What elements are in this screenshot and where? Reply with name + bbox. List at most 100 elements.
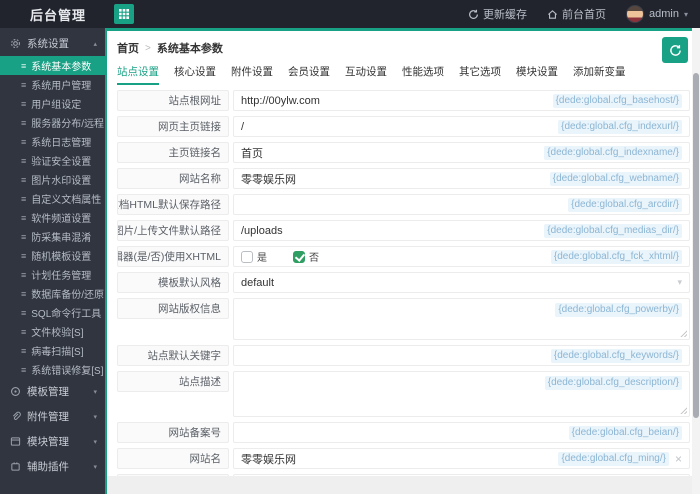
menu-lines-icon: ≡ bbox=[21, 288, 27, 299]
sidebar-group-template[interactable]: 模板管理 ▾ bbox=[0, 379, 105, 404]
scrollbar[interactable] bbox=[692, 28, 700, 494]
sidebar-item-label: 系统错误修复[S] bbox=[31, 366, 104, 377]
form-row bbox=[117, 474, 690, 476]
field-value: http://00ylw.com bbox=[241, 94, 320, 107]
menu-lines-icon: ≡ bbox=[21, 326, 27, 337]
sidebar-item-0-1[interactable]: ≡ 系统用户管理 bbox=[0, 75, 105, 94]
radio-option: 是 bbox=[241, 249, 267, 264]
sidebar-item-0-14[interactable]: ≡ 文件校验[S] bbox=[0, 322, 105, 341]
sidebar-item-label: 随机模板设置 bbox=[31, 252, 92, 263]
sidebar-item-0-6[interactable]: ≡ 图片水印设置 bbox=[0, 170, 105, 189]
tab-6[interactable]: 其它选项 bbox=[459, 64, 501, 83]
field-input[interactable]: {dede:global.cfg_beian/} bbox=[233, 422, 690, 443]
field-input[interactable]: 首页 {dede:global.cfg_indexname/} bbox=[233, 142, 690, 163]
sidebar-item-0-13[interactable]: ≡ SQL命令行工具 bbox=[0, 303, 105, 322]
update-cache-button[interactable]: 更新缓存 bbox=[468, 6, 527, 22]
form-row: 网站备案号 {dede:global.cfg_beian/} bbox=[117, 422, 690, 443]
field-input[interactable]: / {dede:global.cfg_indexurl/} bbox=[233, 116, 690, 137]
form-row: 文档HTML默认保存路径 {dede:global.cfg_arcdir/} bbox=[117, 194, 690, 215]
chevron-down-icon: ▾ bbox=[93, 388, 97, 396]
field-input[interactable]: {dede:global.cfg_keywords/} bbox=[233, 345, 690, 366]
field-input[interactable]: 零零娱乐网 {dede:global.cfg_ming/} × bbox=[233, 448, 690, 469]
template-tag: {dede:global.cfg_description/} bbox=[544, 376, 682, 390]
field-value: / bbox=[241, 120, 245, 133]
dropdown-caret-icon[interactable]: ▾ bbox=[677, 277, 682, 288]
menu-lines-icon: ≡ bbox=[21, 231, 27, 242]
tab-3[interactable]: 会员设置 bbox=[288, 64, 330, 83]
sidebar-item-0-0[interactable]: ≡ 系统基本参数 bbox=[0, 56, 105, 75]
field-input[interactable]: 是 否 {dede:global.cfg_fck_xhtml/} bbox=[233, 246, 690, 267]
tab-4[interactable]: 互动设置 bbox=[345, 64, 387, 83]
breadcrumb-home[interactable]: 首页 bbox=[117, 40, 139, 56]
form-row: 图片/上传文件默认路径/uploads {dede:global.cfg_medi… bbox=[117, 220, 690, 241]
resize-handle-icon[interactable] bbox=[679, 329, 687, 337]
app-header: 后台管理 更新缓存 前台首页 admin ▾ bbox=[0, 0, 700, 28]
sidebar-group-system[interactable]: 系统设置 ▴ bbox=[0, 31, 105, 56]
sidebar-group-module[interactable]: 模块管理 ▾ bbox=[0, 429, 105, 454]
tab-2[interactable]: 附件设置 bbox=[231, 64, 273, 83]
chevron-down-icon: ▾ bbox=[93, 413, 97, 421]
sidebar-item-label: 系统日志管理 bbox=[31, 138, 92, 149]
menu-lines-icon: ≡ bbox=[21, 155, 27, 166]
field-label: 编辑器(是/否)使用XHTML bbox=[117, 246, 229, 267]
update-cache-label: 更新缓存 bbox=[483, 9, 528, 21]
sidebar-item-label: 系统基本参数 bbox=[31, 62, 92, 73]
front-home-button[interactable]: 前台首页 bbox=[547, 6, 606, 22]
field-textarea[interactable]: {dede:global.cfg_description/} bbox=[233, 371, 690, 417]
menu-lines-icon: ≡ bbox=[21, 79, 27, 90]
sidebar-item-0-2[interactable]: ≡ 用户组设定 bbox=[0, 94, 105, 113]
user-menu[interactable]: admin ▾ bbox=[626, 5, 688, 23]
sidebar-item-0-5[interactable]: ≡ 验证安全设置 bbox=[0, 151, 105, 170]
tab-7[interactable]: 模块设置 bbox=[516, 64, 558, 83]
field-select[interactable]: default ▾ bbox=[233, 272, 690, 293]
apps-grid-button[interactable] bbox=[114, 4, 135, 24]
field-textarea[interactable]: {dede:global.cfg_powerby/} bbox=[233, 298, 690, 340]
tab-1[interactable]: 核心设置 bbox=[174, 64, 216, 83]
sidebar-item-0-11[interactable]: ≡ 计划任务管理 bbox=[0, 265, 105, 284]
reload-page-button[interactable] bbox=[662, 37, 688, 63]
chevron-down-icon: ▾ bbox=[93, 463, 97, 471]
field-input[interactable]: /uploads {dede:global.cfg_medias_dir/} bbox=[233, 220, 690, 241]
sidebar-item-0-3[interactable]: ≡ 服务器分布/远程 bbox=[0, 113, 105, 132]
resize-handle-icon[interactable] bbox=[679, 406, 687, 414]
admin-app: 后台管理 更新缓存 前台首页 admin ▾ 系统设置 ▴ ≡ 系统基本参数 ≡… bbox=[0, 0, 700, 494]
sidebar-group-plugin[interactable]: 辅助插件 ▾ bbox=[0, 454, 105, 479]
sidebar-item-0-12[interactable]: ≡ 数据库备份/还原 bbox=[0, 284, 105, 303]
sidebar-item-0-16[interactable]: ≡ 系统错误修复[S] bbox=[0, 360, 105, 379]
field-input[interactable] bbox=[233, 474, 690, 476]
sidebar-item-label: 数据库备份/还原 bbox=[31, 290, 105, 301]
field-label: 站点默认关键字 bbox=[117, 345, 229, 366]
radio-checked-icon[interactable] bbox=[293, 250, 305, 263]
sidebar-item-0-10[interactable]: ≡ 随机模板设置 bbox=[0, 246, 105, 265]
field-input[interactable]: http://00ylw.com {dede:global.cfg_basehos… bbox=[233, 90, 690, 111]
sidebar-item-0-4[interactable]: ≡ 系统日志管理 bbox=[0, 132, 105, 151]
sidebar-item-label: 文件校验[S] bbox=[31, 328, 84, 339]
radio-option: 否 bbox=[293, 249, 319, 264]
sidebar-item-label: 服务器分布/远程 bbox=[31, 119, 105, 130]
template-tag: {dede:global.cfg_ming/} bbox=[558, 451, 669, 466]
clear-icon[interactable]: × bbox=[675, 453, 682, 465]
template-tag: {dede:global.cfg_basehost/} bbox=[552, 93, 682, 108]
tab-0[interactable]: 站点设置 bbox=[117, 64, 159, 85]
sidebar-item-label: 软件频道设置 bbox=[31, 214, 92, 225]
sidebar-group-attachment[interactable]: 附件管理 ▾ bbox=[0, 404, 105, 429]
tab-8[interactable]: 添加新变量 bbox=[573, 64, 626, 83]
sidebar-group-label: 模块管理 bbox=[27, 436, 69, 448]
field-input[interactable]: {dede:global.cfg_arcdir/} bbox=[233, 194, 690, 215]
field-label: 文档HTML默认保存路径 bbox=[117, 194, 229, 215]
sidebar-item-0-15[interactable]: ≡ 病毒扫描[S] bbox=[0, 341, 105, 360]
sidebar-item-0-8[interactable]: ≡ 软件频道设置 bbox=[0, 208, 105, 227]
menu-lines-icon: ≡ bbox=[21, 307, 27, 318]
sidebar-item-0-9[interactable]: ≡ 防采集串混淆 bbox=[0, 227, 105, 246]
tab-5[interactable]: 性能选项 bbox=[402, 64, 444, 83]
field-label: 网站备案号 bbox=[117, 422, 229, 443]
scrollbar-thumb[interactable] bbox=[693, 73, 699, 418]
radio-unchecked-icon[interactable] bbox=[241, 250, 253, 263]
field-input[interactable]: 零零娱乐网 {dede:global.cfg_webname/} bbox=[233, 168, 690, 189]
field-value: /uploads bbox=[241, 224, 283, 237]
sidebar-item-0-7[interactable]: ≡ 自定义文档属性 bbox=[0, 189, 105, 208]
window-icon bbox=[10, 436, 21, 447]
template-tag: {dede:global.cfg_keywords/} bbox=[550, 348, 682, 363]
header-actions: 更新缓存 前台首页 admin ▾ bbox=[468, 5, 700, 23]
form-row: 网站版权信息 {dede:global.cfg_powerby/} bbox=[117, 298, 690, 340]
